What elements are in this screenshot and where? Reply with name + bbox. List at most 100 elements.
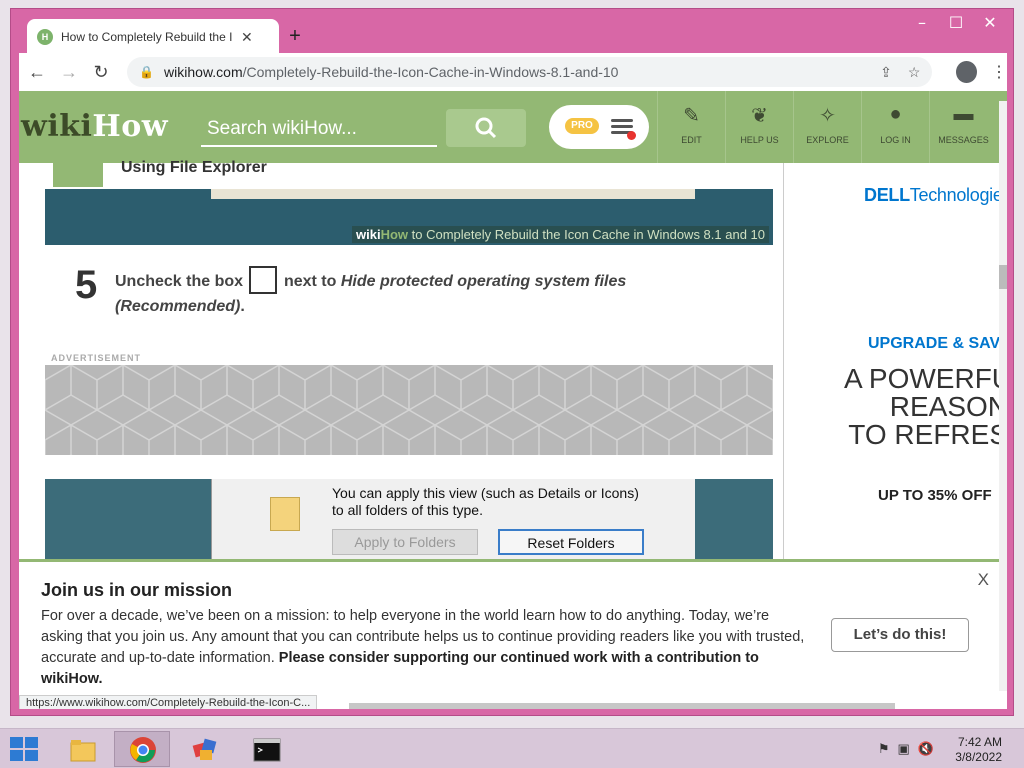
url-text[interactable]: wikihow.com/Completely-Rebuild-the-Icon-… bbox=[164, 64, 864, 80]
status-url: https://www.wikihow.com/Completely-Rebui… bbox=[19, 695, 318, 709]
wikihow-header: wikiHow Search wikiHow... PRO ✎ EDIT ❦ HEL… bbox=[19, 91, 1007, 163]
system-clock[interactable]: 7:42 AM 3/8/2022 bbox=[955, 735, 1002, 765]
close-window-button[interactable]: ✕ bbox=[973, 13, 1007, 33]
step-text-part: next to bbox=[283, 273, 337, 290]
search-input[interactable]: Search wikiHow... bbox=[201, 111, 437, 147]
ad-tagline-line: A POWERFU bbox=[844, 365, 1007, 394]
logo-wiki: wiki bbox=[21, 109, 93, 144]
scrollbar-thumb[interactable] bbox=[999, 265, 1007, 289]
pro-badge: PRO bbox=[565, 118, 599, 134]
back-button[interactable]: ← bbox=[23, 57, 51, 87]
advertisement-banner[interactable] bbox=[45, 365, 773, 455]
browser-window: – ☐ ✕ H How to Completely Rebuild the I … bbox=[10, 8, 1014, 716]
forward-button[interactable]: → bbox=[55, 57, 83, 87]
paint-icon bbox=[192, 738, 217, 760]
lets-do-this-button[interactable]: Let’s do this! bbox=[831, 618, 969, 652]
browser-toolbar: ← → ↻ 🔒 wikihow.com/Completely-Rebuild-t… bbox=[19, 53, 1007, 91]
search-button[interactable] bbox=[446, 109, 526, 147]
method-number-badge bbox=[53, 163, 103, 187]
windows-logo-icon bbox=[25, 750, 38, 761]
pro-menu-button[interactable]: PRO bbox=[549, 105, 649, 149]
chat-icon: ▬ bbox=[953, 103, 974, 125]
tab-close-icon[interactable]: ✕ bbox=[241, 29, 253, 46]
nav-label: EDIT bbox=[681, 135, 702, 145]
banner-close-button[interactable]: X bbox=[978, 570, 989, 590]
sidebar-ad[interactable]: DELLTechnologies UPGRADE & SAVE A POWERF… bbox=[783, 163, 1007, 563]
caption-wiki: wiki bbox=[355, 227, 381, 242]
nav-help-us[interactable]: ❦ HELP US bbox=[725, 91, 793, 163]
terminal-icon bbox=[253, 738, 281, 762]
horizontal-scrollbar-thumb[interactable] bbox=[349, 703, 895, 709]
checkbox-icon bbox=[249, 265, 278, 294]
logo-how: How bbox=[92, 109, 169, 144]
chrome-taskbar-button[interactable] bbox=[114, 731, 170, 767]
folder-view-icon bbox=[270, 497, 300, 531]
apply-to-folders-button: Apply to Folders bbox=[332, 529, 478, 555]
nav-log-in[interactable]: ● LOG IN bbox=[861, 91, 929, 163]
notification-dot bbox=[627, 131, 636, 140]
new-tab-button[interactable]: + bbox=[283, 25, 307, 49]
profile-avatar[interactable] bbox=[956, 61, 977, 83]
nav-explore[interactable]: ✧ EXPLORE bbox=[793, 91, 861, 163]
app-taskbar-button[interactable] bbox=[176, 731, 232, 767]
cube-pattern bbox=[45, 365, 773, 455]
bookmark-star-icon[interactable]: ☆ bbox=[908, 64, 921, 81]
action-center-flag-icon[interactable]: ⚑ bbox=[878, 741, 890, 757]
start-button[interactable] bbox=[10, 737, 40, 761]
mission-banner: X Join us in our mission For over a deca… bbox=[19, 559, 999, 699]
wikihow-logo[interactable]: wikiHow bbox=[21, 109, 168, 144]
clock-time: 7:42 AM bbox=[957, 735, 1002, 749]
system-tray: ⚑ ▣ 🔇 bbox=[878, 741, 934, 757]
taskbar: ⚑ ▣ 🔇 7:42 AM 3/8/2022 bbox=[0, 728, 1024, 768]
method-heading: Using File Explorer bbox=[45, 159, 773, 189]
image-caption: wikiHow to Completely Rebuild the Icon C… bbox=[351, 226, 769, 243]
pencil-icon: ✎ bbox=[683, 105, 700, 127]
step-image[interactable]: wikiHow to Completely Rebuild the Icon C… bbox=[45, 189, 773, 245]
banner-title: Join us in our mission bbox=[41, 580, 233, 600]
command-prompt-taskbar-button[interactable] bbox=[238, 731, 294, 767]
user-icon: ● bbox=[889, 103, 902, 125]
nav-edit[interactable]: ✎ EDIT bbox=[657, 91, 725, 163]
windows-logo-icon bbox=[10, 750, 23, 761]
page-viewport: wikiHow Search wikiHow... PRO ✎ EDIT ❦ HEL… bbox=[19, 91, 1007, 709]
ad-discount: UP TO 35% OFF bbox=[878, 487, 992, 504]
wikihow-favicon-icon: H bbox=[37, 29, 53, 45]
chrome-icon bbox=[130, 737, 156, 763]
clock-date: 3/8/2022 bbox=[955, 750, 1002, 764]
lock-icon[interactable]: 🔒 bbox=[139, 65, 154, 79]
reload-button[interactable]: ↻ bbox=[87, 57, 115, 87]
step-number: 5 bbox=[75, 263, 98, 307]
url-path: /Completely-Rebuild-the-Icon-Cache-in-Wi… bbox=[242, 64, 619, 80]
browser-tab[interactable]: H How to Completely Rebuild the I ✕ bbox=[27, 19, 279, 55]
reset-folders-button: Reset Folders bbox=[498, 529, 644, 555]
dialog-message: You can apply this view (such as Details… bbox=[332, 485, 639, 518]
sprout-icon: ❦ bbox=[751, 105, 768, 127]
nav-label: LOG IN bbox=[880, 135, 911, 145]
maximize-button[interactable]: ☐ bbox=[939, 13, 973, 33]
step-text-end: . bbox=[240, 298, 245, 315]
caption-text: to Completely Rebuild the Icon Cache in … bbox=[408, 227, 765, 242]
share-icon[interactable]: ⇪ bbox=[880, 64, 892, 81]
dell-logo-bold: DELL bbox=[864, 185, 910, 205]
minimize-button[interactable]: – bbox=[905, 13, 939, 33]
ad-tagline-line: REASON bbox=[889, 391, 1007, 422]
file-explorer-taskbar-button[interactable] bbox=[54, 731, 110, 767]
ad-headline: UPGRADE & SAVE bbox=[868, 335, 1007, 352]
ad-tagline-line: TO REFRES bbox=[848, 419, 1007, 449]
address-bar[interactable]: 🔒 wikihow.com/Completely-Rebuild-the-Ico… bbox=[127, 57, 933, 87]
compass-icon: ✧ bbox=[819, 105, 836, 127]
windows-logo-icon bbox=[10, 737, 23, 748]
dell-logo: DELLTechnologies bbox=[864, 185, 1007, 206]
step-image-2[interactable]: You can apply this view (such as Details… bbox=[45, 479, 773, 559]
nav-label: EXPLORE bbox=[806, 135, 849, 145]
screenshot-dialog bbox=[211, 189, 695, 199]
volume-muted-icon[interactable]: 🔇 bbox=[918, 741, 934, 757]
network-icon[interactable]: ▣ bbox=[898, 741, 910, 757]
vertical-scrollbar[interactable] bbox=[999, 101, 1007, 691]
nav-label: MESSAGES bbox=[938, 135, 989, 145]
step-text: Uncheck the box next to Hide protected o… bbox=[115, 265, 675, 319]
browser-menu-icon[interactable]: ⋮ bbox=[991, 62, 1007, 82]
step-5: 5 Uncheck the box next to Hide protected… bbox=[45, 245, 773, 345]
nav-messages[interactable]: ▬ MESSAGES bbox=[929, 91, 997, 163]
dell-logo-rest: Technologies bbox=[909, 185, 1007, 205]
